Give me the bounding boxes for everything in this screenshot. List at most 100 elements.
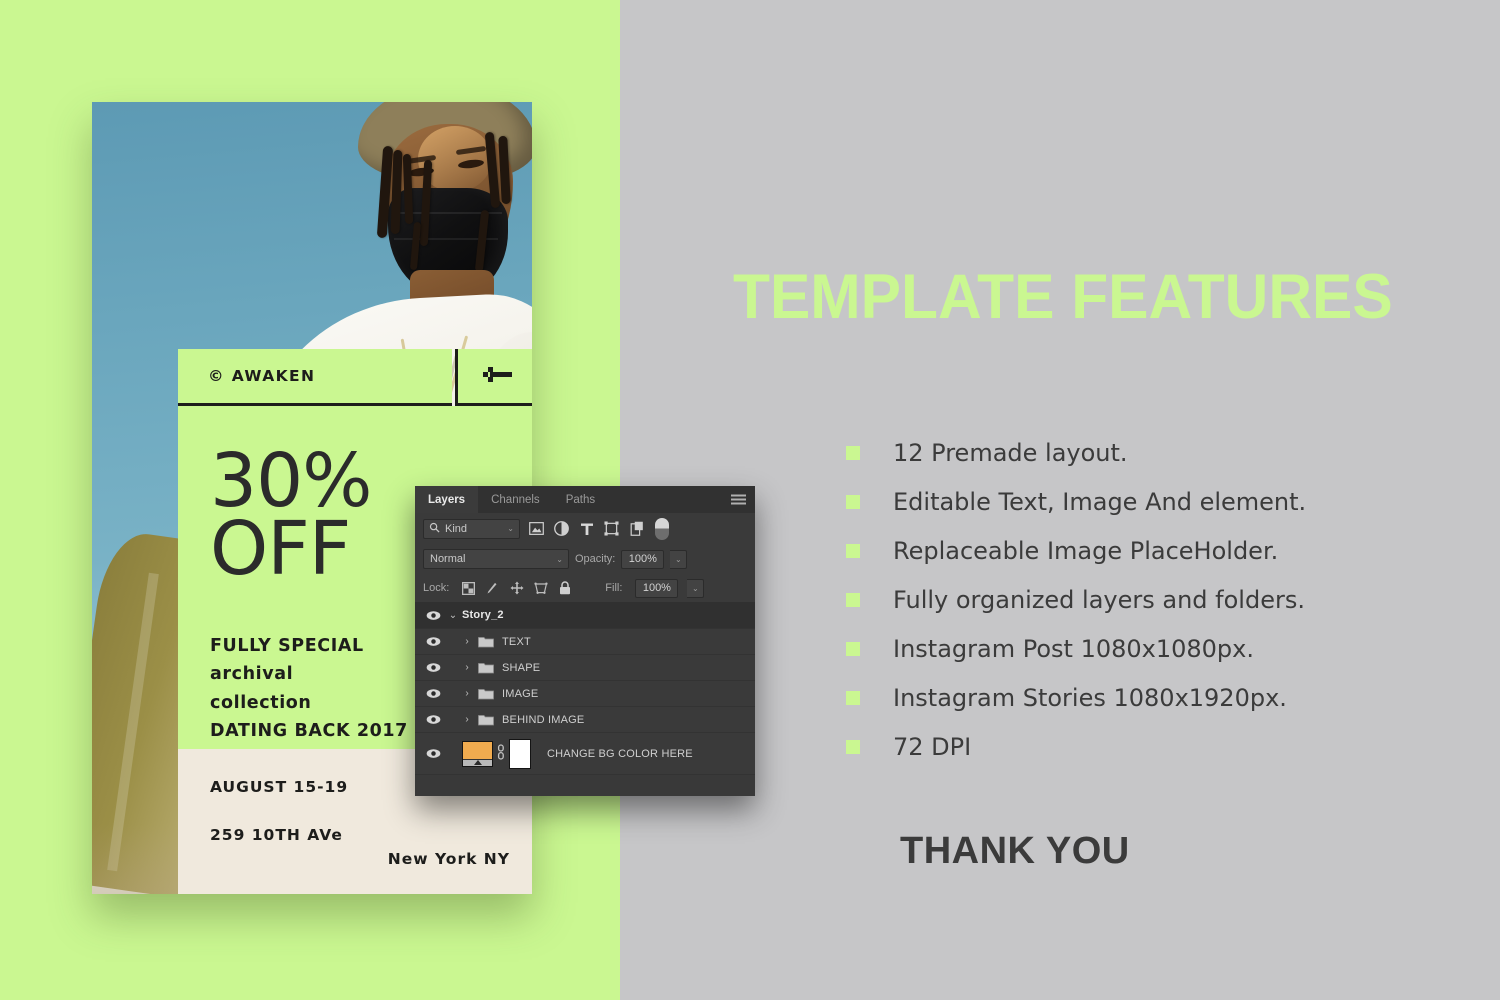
bullet-square-icon <box>846 691 860 705</box>
copy-line-2: archival <box>210 664 294 685</box>
hamburger-menu-icon[interactable] <box>731 494 746 505</box>
list-item: 72 DPI <box>846 731 1466 780</box>
discount-line-2: OFF <box>210 506 351 593</box>
layer-thumbnail[interactable] <box>462 740 493 767</box>
lock-image-pixels-icon[interactable] <box>485 581 500 596</box>
pixel-layer-filter-icon[interactable] <box>528 520 545 537</box>
eye-visibility-icon[interactable] <box>422 662 444 673</box>
lock-all-icon[interactable] <box>557 581 572 596</box>
list-item: Instagram Post 1080x1080px. <box>846 633 1466 682</box>
thank-you-text: THANK YOU <box>900 830 1130 872</box>
search-icon <box>429 522 440 536</box>
bullet-square-icon <box>846 495 860 509</box>
filter-kind-value: Kind <box>445 522 468 535</box>
lock-artboard-nesting-icon[interactable] <box>533 581 548 596</box>
eye-visibility-icon[interactable] <box>422 636 444 647</box>
folder-icon <box>476 661 496 674</box>
folder-icon <box>476 687 496 700</box>
tab-paths-label: Paths <box>565 493 596 506</box>
layer-filter-row: Kind ⌄ <box>415 513 755 544</box>
layer-row-shape[interactable]: › SHAPE <box>415 655 755 681</box>
bullet-square-icon <box>846 740 860 754</box>
layer-name: CHANGE BG COLOR HERE <box>547 747 693 760</box>
feature-label: Instagram Stories 1080x1920px. <box>893 684 1287 712</box>
poster-arrow-box <box>455 349 532 406</box>
lock-fill-row: Lock: Fill: 100% ⌄ <box>415 574 755 602</box>
fill-input[interactable]: 100% <box>635 578 679 598</box>
eye-visibility-icon[interactable] <box>422 688 444 699</box>
layer-mask-thumbnail[interactable] <box>509 738 531 769</box>
feature-label: Editable Text, Image And element. <box>893 488 1307 516</box>
lock-position-icon[interactable] <box>509 581 524 596</box>
fill-chevron-down-icon[interactable]: ⌄ <box>687 578 705 598</box>
eye-visibility-icon[interactable] <box>422 714 444 725</box>
opacity-input[interactable]: 100% <box>621 549 665 569</box>
lock-label: Lock: <box>423 582 450 594</box>
chevron-right-icon[interactable]: › <box>458 636 476 647</box>
bullet-square-icon <box>846 446 860 460</box>
bullet-square-icon <box>846 593 860 607</box>
copy-line-4: DATING BACK 2017 <box>210 721 408 742</box>
tab-channels[interactable]: Channels <box>478 486 553 513</box>
type-layer-filter-icon[interactable] <box>578 520 595 537</box>
opacity-chevron-down-icon[interactable]: ⌄ <box>670 549 688 569</box>
chevron-down-icon[interactable]: ⌄ <box>444 610 462 621</box>
copy-line-3: collection <box>210 692 312 713</box>
chevron-right-icon[interactable]: › <box>458 714 476 725</box>
layer-name: SHAPE <box>502 661 541 674</box>
list-item: Instagram Stories 1080x1920px. <box>846 682 1466 731</box>
discount-headline: 30% OFF <box>210 438 372 593</box>
filter-toggle-switch[interactable] <box>655 517 669 540</box>
chevron-right-icon[interactable]: › <box>458 688 476 699</box>
blend-mode-value: Normal <box>430 553 466 565</box>
tab-paths[interactable]: Paths <box>553 486 608 513</box>
layer-name: TEXT <box>502 635 531 648</box>
poster-date: AUGUST 15-19 <box>210 778 349 796</box>
feature-list: 12 Premade layout. Editable Text, Image … <box>846 437 1466 780</box>
bullet-square-icon <box>846 544 860 558</box>
eye-visibility-icon[interactable] <box>422 610 444 621</box>
smart-object-filter-icon[interactable] <box>628 520 645 537</box>
feature-label: Fully organized layers and folders. <box>893 586 1305 614</box>
list-item: Replaceable Image PlaceHolder. <box>846 535 1466 584</box>
chevron-right-icon[interactable]: › <box>458 662 476 673</box>
copy-line-1: FULLY SPECIAL <box>210 636 364 656</box>
lock-transparent-pixels-icon[interactable] <box>461 581 476 596</box>
blend-mode-select[interactable]: Normal ⌄ <box>423 549 569 569</box>
poster-address-line-2: New York NY <box>387 850 510 868</box>
layer-row-story-2[interactable]: ⌄ Story_2 <box>415 602 755 629</box>
tab-layers[interactable]: Layers <box>415 486 479 513</box>
tab-layers-label: Layers <box>428 493 466 506</box>
layers-list: ⌄ Story_2 › TEXT › SHAPE › IMAGE › BEHIN… <box>415 602 755 775</box>
feature-label: Instagram Post 1080x1080px. <box>893 635 1254 663</box>
folder-icon <box>476 635 496 648</box>
shape-layer-filter-icon[interactable] <box>603 520 620 537</box>
list-item: 12 Premade layout. <box>846 437 1466 486</box>
link-icon[interactable] <box>493 744 509 763</box>
fill-label: Fill: <box>605 582 623 594</box>
feature-label: 72 DPI <box>893 733 972 761</box>
blend-opacity-row: Normal ⌄ Opacity: 100% ⌄ <box>415 544 755 574</box>
tab-channels-label: Channels <box>491 493 540 506</box>
layer-row-change-bg-color[interactable]: CHANGE BG COLOR HERE <box>415 733 755 775</box>
layer-row-image[interactable]: › IMAGE <box>415 681 755 707</box>
opacity-label: Opacity: <box>575 553 616 565</box>
poster-copy-block: FULLY SPECIAL archival collection DATING… <box>210 632 408 745</box>
chevron-down-icon: ⌄ <box>507 524 514 533</box>
eye-visibility-icon[interactable] <box>422 748 444 759</box>
poster-brand-bar: © AWAKEN <box>178 349 452 406</box>
layer-row-text[interactable]: › TEXT <box>415 629 755 655</box>
layer-row-behind-image[interactable]: › BEHIND IMAGE <box>415 707 755 733</box>
discount-line-1: 30% <box>210 438 372 524</box>
adjustment-layer-filter-icon[interactable] <box>553 520 570 537</box>
bullet-square-icon <box>846 642 860 656</box>
chevron-down-icon: ⌄ <box>556 554 563 564</box>
list-item: Fully organized layers and folders. <box>846 584 1466 633</box>
filter-kind-select[interactable]: Kind ⌄ <box>423 518 520 539</box>
layer-name: IMAGE <box>502 687 539 700</box>
panel-tab-bar: Layers Channels Paths <box>415 486 755 513</box>
list-item: Editable Text, Image And element. <box>846 486 1466 535</box>
layer-name: BEHIND IMAGE <box>502 713 585 726</box>
photoshop-layers-panel: Layers Channels Paths Kind ⌄ Normal ⌄ Op… <box>415 486 755 796</box>
feature-label: Replaceable Image PlaceHolder. <box>893 537 1279 565</box>
